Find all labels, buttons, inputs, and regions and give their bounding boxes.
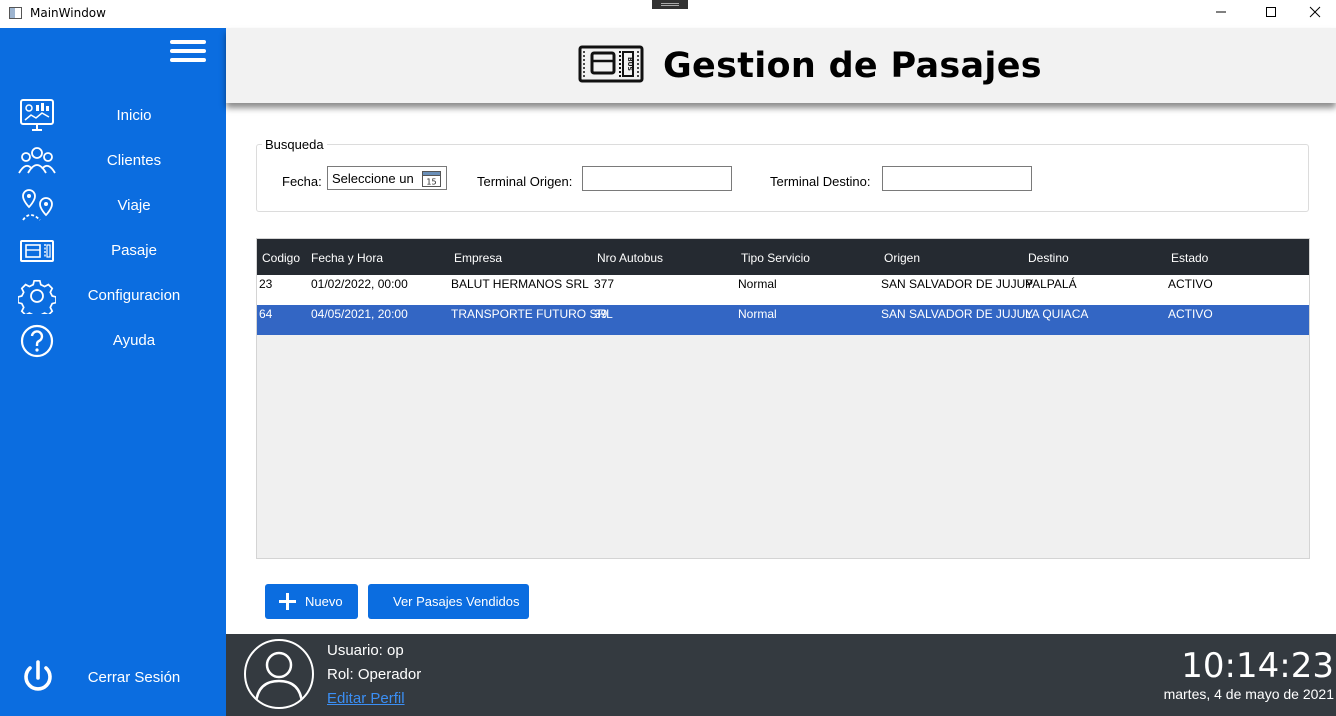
user-icon [254,651,304,704]
page-title: Gestion de Pasajes [663,46,1042,86]
window-title: MainWindow [30,6,106,20]
terminal-destino-label: Terminal Destino: [770,174,871,189]
table-cell: PALPALÁ [1025,277,1077,291]
sidebar-item-label: Clientes [106,152,162,169]
logout-button[interactable]: Cerrar Sesión [0,654,226,704]
plus-icon [279,593,296,610]
ver-pasajes-vendidos-label: Ver Pasajes Vendidos [393,594,520,609]
rol-text: Rol: Operador [327,666,422,683]
table-cell: 64 [259,307,273,321]
table-cell: SAN SALVADOR DE JUJUY [881,277,1034,291]
sidebar-item-configuracion[interactable]: Configuracion [0,276,226,316]
column-header[interactable]: Origen [884,251,920,265]
sidebar: Inicio Clientes Viaje Pasaje Configuraci… [0,28,226,716]
table-cell: ACTIVO [1168,277,1213,291]
sidebar-item-inicio[interactable]: Inicio [0,96,226,136]
users-icon [18,147,56,174]
gear-icon [18,279,56,314]
column-header[interactable]: Empresa [454,251,502,265]
table-cell: TRANSPORTE FUTURO SRL [451,307,613,321]
table-cell: Normal [738,307,777,321]
sidebar-item-label: Viaje [117,197,151,214]
sidebar-item-label: Pasaje [111,242,157,259]
pasajes-table[interactable]: Codigo Fecha y Hora Empresa Nro Autobus … [256,238,1310,559]
clock-time: 10:14:23 [1181,646,1334,686]
ticket-icon [20,240,54,262]
close-button[interactable] [1292,0,1336,28]
terminal-origen-input[interactable] [582,166,732,191]
table-cell: 01/02/2022, 00:00 [311,277,408,291]
sidebar-item-label: Ayuda [112,332,156,349]
fecha-label: Fecha: [282,174,322,189]
dashboard-icon [20,99,54,131]
svg-text:15: 15 [426,178,436,187]
ver-pasajes-vendidos-button[interactable]: Ver Pasajes Vendidos [368,584,529,619]
column-header[interactable]: Nro Autobus [597,251,663,265]
sidebar-item-ayuda[interactable]: Ayuda [0,321,226,361]
table-cell: 39 [594,307,608,321]
table-row-selected[interactable]: 64 04/05/2021, 20:00 TRANSPORTE FUTURO S… [257,305,1309,335]
column-header[interactable]: Fecha y Hora [311,251,383,265]
window-titlebar: MainWindow [0,0,1336,28]
help-icon [20,324,54,358]
page-header: BUS Gestion de Pasajes [226,28,1336,103]
sidebar-item-viaje[interactable]: Viaje [0,186,226,226]
table-cell: LA QUIACA [1025,307,1089,321]
search-legend: Busqueda [262,137,327,152]
fecha-date-picker[interactable]: Seleccione un 15 [327,166,447,190]
maximize-button[interactable] [1248,0,1294,28]
table-cell: ACTIVO [1168,307,1213,321]
table-cell: Normal [738,277,777,291]
status-footer: Usuario: op Rol: Operador Editar Perfil … [226,634,1336,716]
terminal-origen-label: Terminal Origen: [477,174,573,189]
column-header[interactable]: Destino [1028,251,1069,265]
table-header: Codigo Fecha y Hora Empresa Nro Autobus … [257,239,1309,275]
sidebar-item-label: Configuracion [87,287,181,304]
nuevo-button[interactable]: Nuevo [265,584,358,619]
calendar-icon[interactable]: 15 [422,170,441,187]
fecha-placeholder: Seleccione un [332,171,414,186]
sidebar-item-clientes[interactable]: Clientes [0,141,226,181]
sidebar-item-label: Inicio [116,107,152,124]
usuario-text: Usuario: op [327,642,404,659]
sidebar-item-pasaje[interactable]: Pasaje [0,231,226,271]
power-icon [24,660,52,691]
terminal-destino-input[interactable] [882,166,1032,191]
app-icon [9,7,22,19]
editar-perfil-link[interactable]: Editar Perfil [327,690,405,707]
logout-label: Cerrar Sesión [87,669,181,686]
table-cell: 23 [259,277,273,291]
table-cell: SAN SALVADOR DE JUJUY [881,307,1034,321]
hamburger-menu-icon[interactable] [170,40,206,64]
table-cell: BALUT HERMANOS SRL [451,277,589,291]
avatar [244,639,314,709]
nuevo-label: Nuevo [305,594,343,609]
table-cell: 04/05/2021, 20:00 [311,307,408,321]
table-row[interactable]: 23 01/02/2022, 00:00 BALUT HERMANOS SRL … [257,275,1309,305]
column-header[interactable]: Tipo Servicio [741,251,810,265]
svg-text:BUS: BUS [626,57,633,71]
table-cell: 377 [594,277,615,291]
bus-ticket-icon: BUS [578,45,644,83]
column-header[interactable]: Codigo [262,251,300,265]
drag-grip-icon[interactable] [652,0,688,9]
search-group: Busqueda Fecha: Seleccione un 15 Termina… [256,137,1309,212]
route-icon [22,189,53,221]
minimize-button[interactable] [1198,0,1244,28]
clock-date: martes, 4 de mayo de 2021 [1163,686,1334,702]
column-header[interactable]: Estado [1171,251,1208,265]
